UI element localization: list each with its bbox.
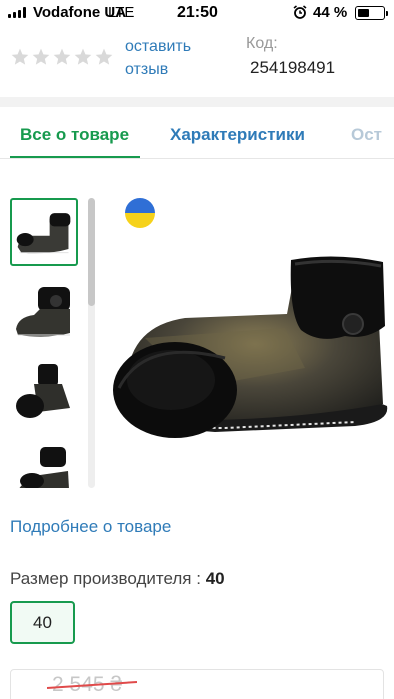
star-icon [11,48,29,65]
leave-review-link[interactable]: оставить отзыв [125,35,225,81]
thumbnail-4[interactable] [10,441,78,488]
boot-thumbnail-image [19,447,69,488]
active-tab-indicator [10,156,140,158]
section-divider [0,97,394,107]
product-details-link[interactable]: Подробнее о товаре [10,517,171,537]
status-bar: Vodafone UA LTE 21:50 44 % [0,0,394,26]
signal-strength-icon [8,7,26,18]
tab-characteristics[interactable]: Характеристики [170,125,305,145]
thumbnail-scrollbar[interactable] [88,198,95,488]
thumbnail-1[interactable] [10,198,78,266]
network-type: LTE [108,4,135,21]
battery-icon [355,6,388,20]
status-time: 21:50 [177,4,218,21]
thumbnail-strip [10,198,80,488]
manufacturer-size-label: Размер производителя : 40 [10,569,225,589]
product-tabs: Все о товаре Характеристики Ост [0,107,394,159]
product-code-label: Код: [246,35,278,52]
size-option-40[interactable]: 40 [10,601,75,644]
boot-thumbnail-image [16,213,71,254]
tab-reviews[interactable]: Ост [351,125,382,145]
alarm-clock-icon [293,5,307,19]
price-strikethrough [47,681,137,689]
size-label-text: Размер производителя : [10,569,201,588]
star-icon [53,48,71,65]
rating-stars[interactable] [10,47,114,67]
star-icon [32,48,50,65]
boot-thumbnail-image [16,364,70,418]
star-icon [74,48,92,65]
main-product-image[interactable] [105,218,390,458]
thumbnail-3[interactable] [10,360,78,428]
thumbnail-2[interactable] [10,279,78,347]
star-icon [95,48,113,65]
product-code-value: 254198491 [250,58,336,77]
battery-percent: 44 % [313,4,348,21]
size-label-value: 40 [205,569,225,588]
tab-all-about-product[interactable]: Все о товаре [20,125,129,145]
boot-thumbnail-image [16,287,70,337]
